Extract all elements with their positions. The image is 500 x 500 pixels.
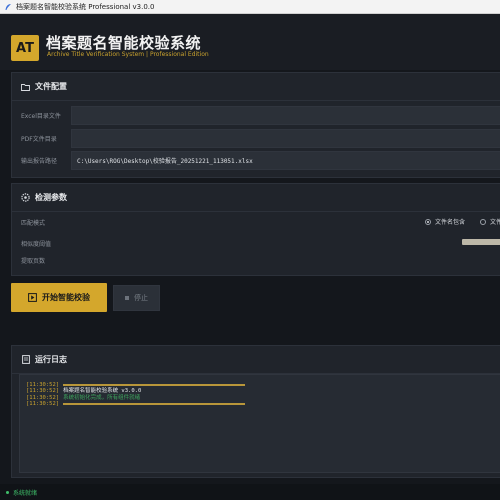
radio-unselected-icon [480, 218, 486, 225]
excel-file-row: Excel目录文件 [12, 106, 500, 125]
folder-icon [21, 82, 30, 91]
app-title: 档案题名智能校验系统 [46, 34, 202, 52]
file-config-title: 文件配置 [35, 82, 67, 91]
stop-button-label: 停止 [134, 294, 148, 302]
excel-file-label: Excel目录文件 [21, 113, 61, 120]
stop-button[interactable]: 停止 [113, 285, 160, 311]
file-config-panel: 文件配置 Excel目录文件 PDF文件目录 输出报告路径 C:\Users\R… [11, 72, 500, 178]
output-path-input[interactable]: C:\Users\ROG\Desktop\校验报告_20251221_11305… [71, 151, 500, 170]
file-config-header: 文件配置 [12, 73, 500, 101]
log-separator [63, 403, 246, 406]
similarity-label: 相似度阈值 [21, 241, 52, 248]
match-mode-label: 匹配模式 [21, 220, 46, 227]
log-timestamp: [11:30:52] [26, 400, 60, 407]
status-bar: 系统就绪 [0, 484, 500, 500]
start-verification-button[interactable]: 开始智能校验 [11, 283, 107, 312]
pdf-dir-row: PDF文件目录 [12, 129, 500, 148]
feather-icon [3, 2, 12, 11]
pdf-dir-label: PDF文件目录 [21, 136, 57, 143]
window-titlebar: 档案题名智能校验系统 Professional v3.0.0 [0, 0, 500, 14]
match-option-contains[interactable]: 文件名包含 [425, 217, 465, 226]
play-icon [28, 293, 37, 302]
excel-file-input[interactable] [71, 106, 500, 125]
log-separator [63, 384, 246, 387]
gear-icon [21, 193, 30, 202]
params-panel: 检测参数 匹配模式 文件名包含 文件 相似度阈值 提取页数 [11, 183, 500, 276]
pdf-dir-input[interactable] [71, 129, 500, 148]
log-header: 运行日志 [12, 346, 500, 374]
window-title: 档案题名智能校验系统 Professional v3.0.0 [16, 2, 155, 11]
log-icon [21, 355, 30, 364]
match-option-label: 文件名包含 [435, 219, 466, 226]
log-message: 系统初始化完成，所有组件就绪 [63, 394, 141, 401]
status-dot-icon [6, 490, 9, 494]
match-option-file[interactable]: 文件 [480, 217, 500, 226]
match-option-label: 文件 [490, 219, 500, 226]
app-subtitle: Archive Title Verification System | Prof… [47, 51, 209, 58]
log-output[interactable]: [11:30:52] [11:30:52] 档案题名智能校验系统 v3.0.0 … [19, 374, 500, 473]
log-panel: 运行日志 [11:30:52] [11:30:52] 档案题名智能校验系统 v3… [11, 345, 500, 478]
start-button-label: 开始智能校验 [42, 293, 90, 302]
similarity-slider[interactable] [462, 239, 500, 245]
output-path-row: 输出报告路径 C:\Users\ROG\Desktop\校验报告_2025122… [12, 151, 500, 170]
params-header: 检测参数 [12, 184, 500, 212]
app-header: AT 档案题名智能校验系统 Archive Title Verification… [0, 14, 500, 70]
log-line: [11:30:52] [26, 401, 494, 407]
status-text: 系统就绪 [13, 489, 38, 497]
stop-icon [125, 296, 129, 300]
app-logo: AT [11, 35, 39, 61]
output-path-label: 输出报告路径 [21, 158, 58, 165]
log-title: 运行日志 [35, 355, 67, 364]
radio-selected-icon [425, 218, 431, 225]
pages-label: 提取页数 [21, 258, 46, 265]
params-title: 检测参数 [35, 193, 67, 202]
